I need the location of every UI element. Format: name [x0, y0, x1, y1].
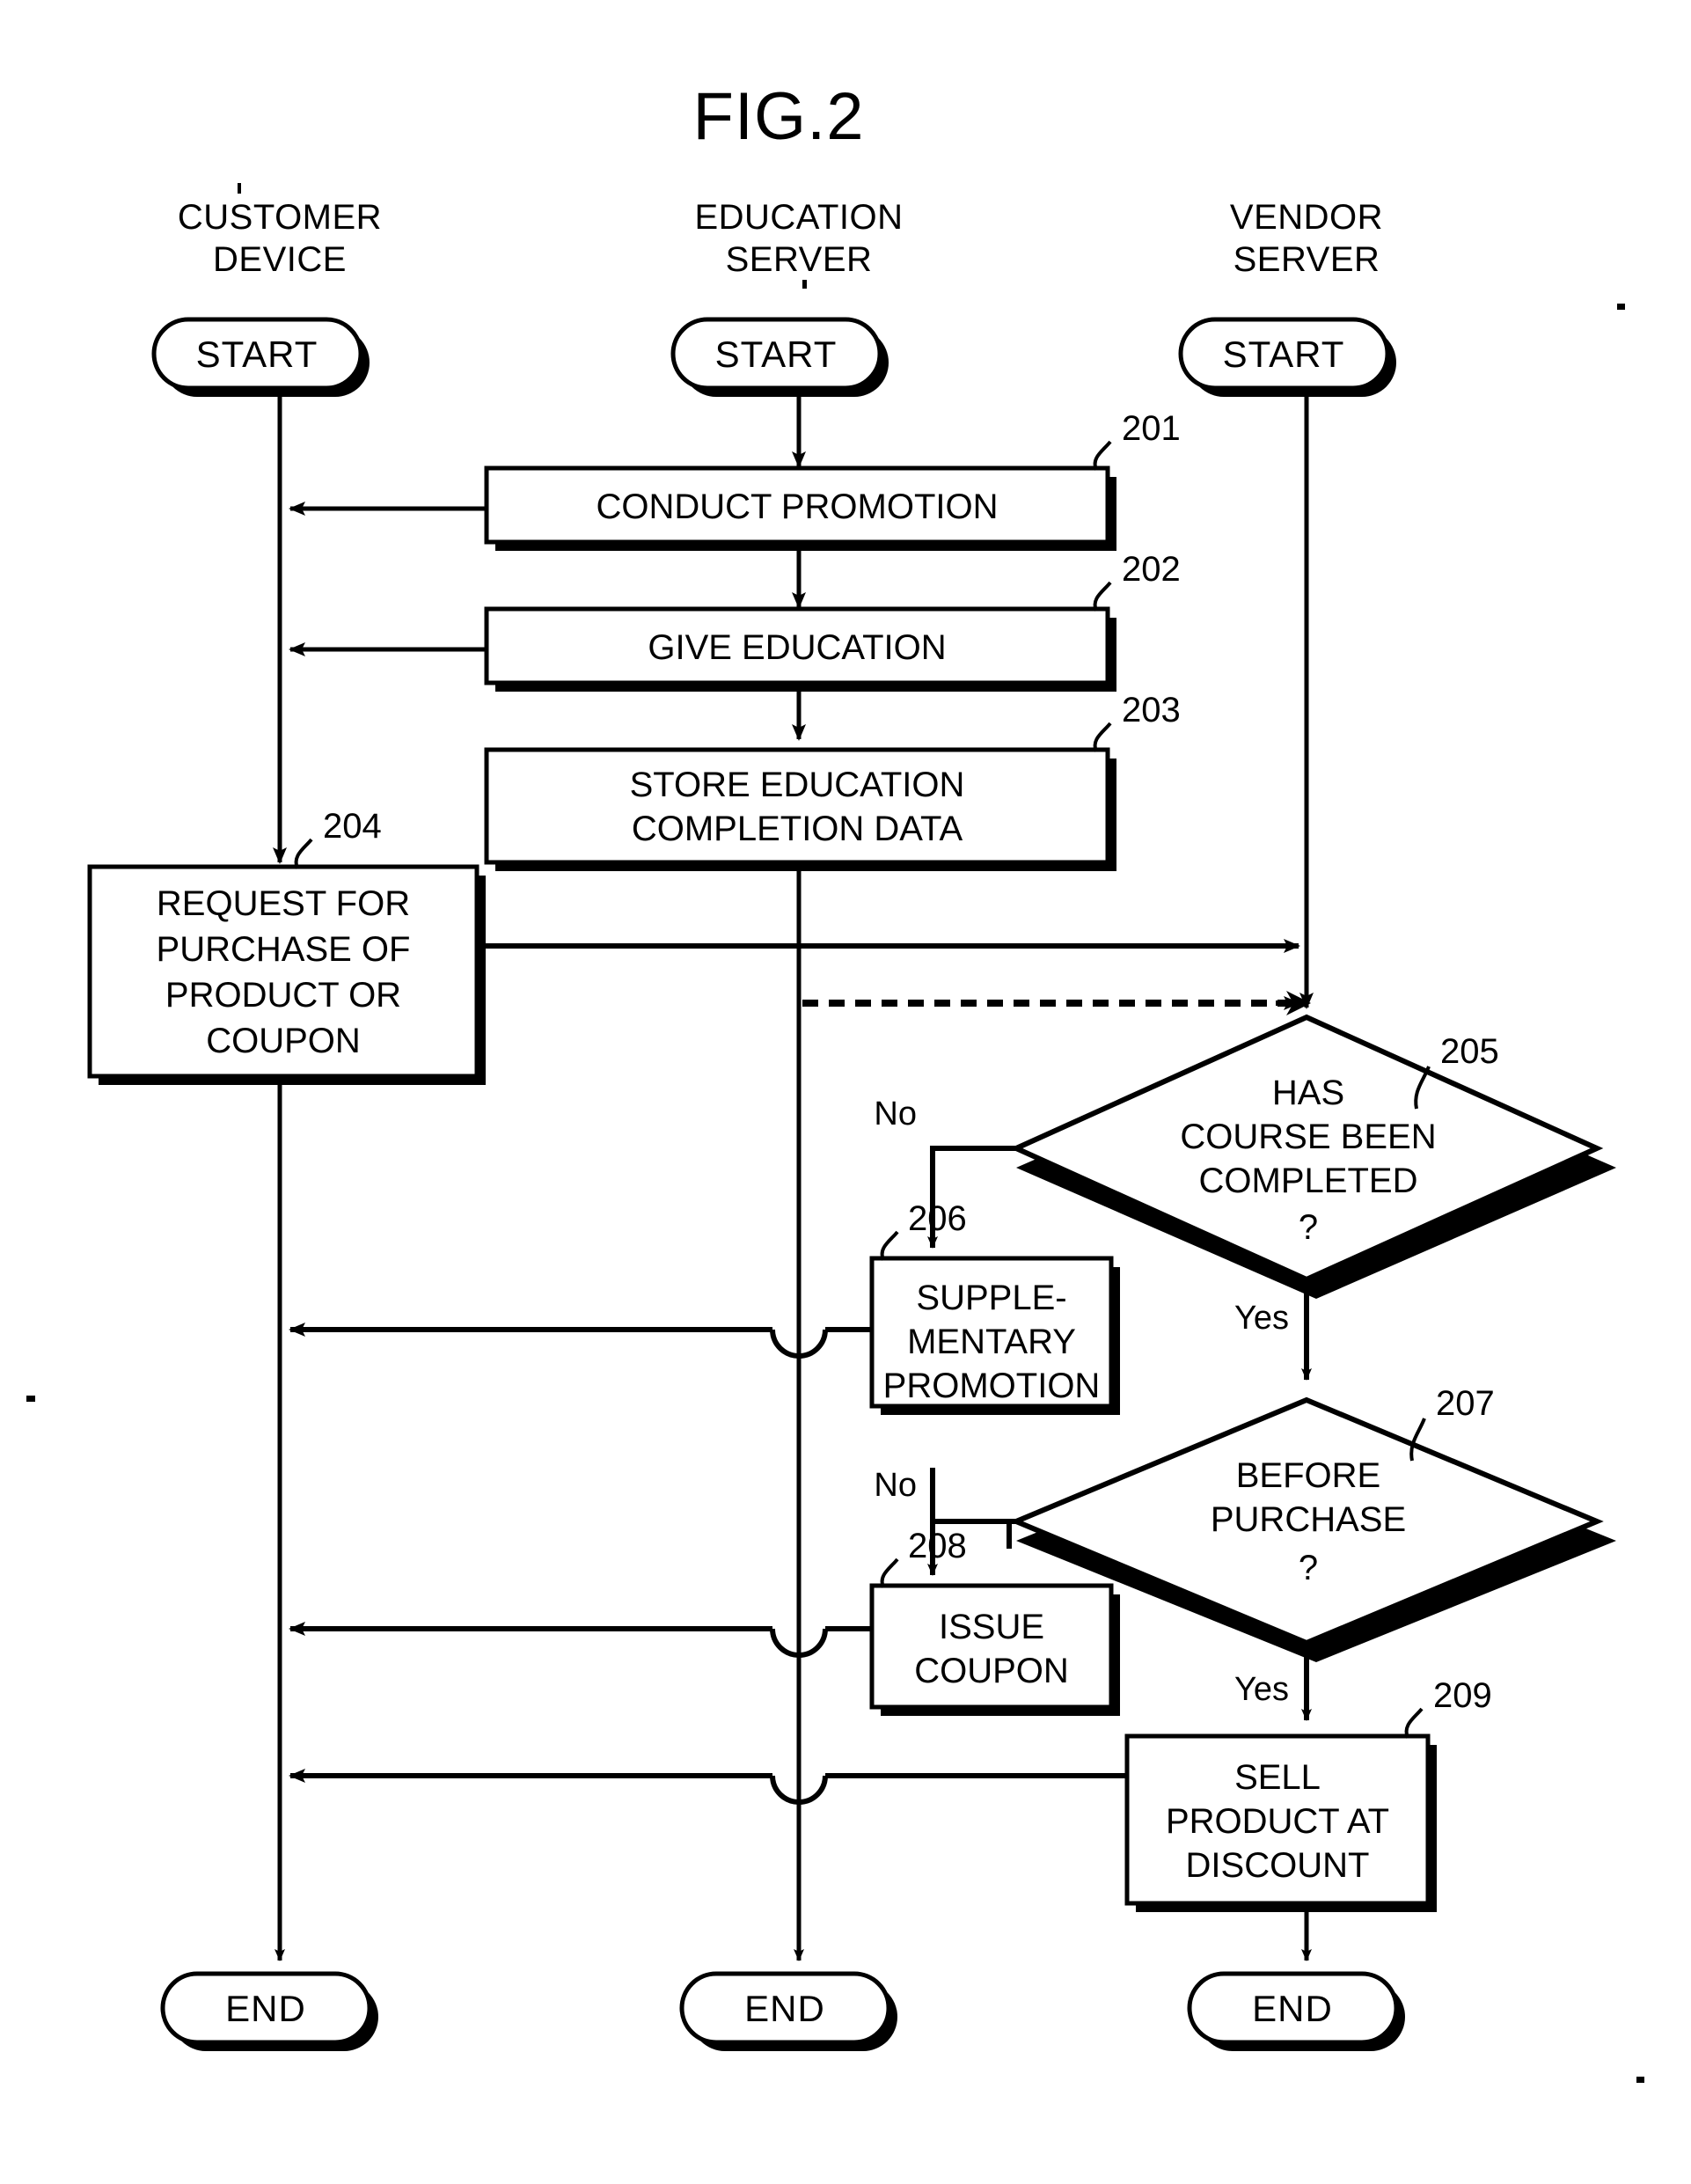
process-node-209-line2: PRODUCT AT	[1166, 1802, 1389, 1841]
end-terminator-vendor-label: END	[1252, 1988, 1333, 2029]
decision-node-205-line3: COMPLETED	[1199, 1162, 1418, 1200]
start-terminator-customer-label: START	[196, 333, 318, 375]
process-node-203-line2: COMPLETION DATA	[632, 810, 963, 848]
lane-header-vendor-line2: SERVER	[1233, 240, 1380, 279]
end-terminator-education: END	[679, 1971, 897, 2051]
process-node-201-line1: CONDUCT PROMOTION	[596, 487, 998, 526]
ref-numeral-207: 207	[1436, 1384, 1495, 1423]
end-terminator-customer-label: END	[225, 1988, 306, 2029]
process-node-206-line1: SUPPLE-	[916, 1279, 1066, 1317]
scan-speck	[1636, 2077, 1644, 2083]
decision-node-207-line3: ?	[1299, 1549, 1318, 1587]
lane-header-customer-line2: DEVICE	[213, 240, 347, 279]
ref-numeral-203: 203	[1122, 691, 1181, 729]
ref-numeral-202: 202	[1122, 550, 1181, 589]
start-terminator-vendor-label: START	[1223, 333, 1345, 375]
process-node-208-line1: ISSUE	[939, 1608, 1044, 1646]
scan-speck	[1617, 304, 1625, 310]
lane-header-education-line2: SERVER	[726, 240, 873, 279]
start-terminator-education: START	[670, 317, 889, 397]
decision-node-207-line2: PURCHASE	[1211, 1500, 1406, 1539]
process-node-202-line1: GIVE EDUCATION	[648, 628, 946, 667]
branch-label-205-no: No	[874, 1096, 917, 1132]
lane-header-education-line1: EDUCATION	[694, 198, 903, 237]
process-node-203: STORE EDUCATION COMPLETION DATA	[484, 747, 1116, 871]
lane-header-customer-line1: CUSTOMER	[178, 198, 382, 237]
process-node-206-line3: PROMOTION	[883, 1367, 1101, 1405]
start-terminator-education-label: START	[715, 333, 838, 375]
process-node-204-line1: REQUEST FOR	[157, 884, 410, 923]
process-node-206: SUPPLE- MENTARY PROMOTION	[869, 1256, 1120, 1415]
end-terminator-customer: END	[160, 1971, 378, 2051]
branch-label-205-yes: Yes	[1234, 1300, 1289, 1337]
start-terminator-customer: START	[151, 317, 370, 397]
ref-numeral-209: 209	[1433, 1676, 1492, 1715]
process-node-209: SELL PRODUCT AT DISCOUNT	[1124, 1733, 1437, 1912]
decision-node-205-line1: HAS	[1272, 1074, 1344, 1112]
process-node-201: CONDUCT PROMOTION	[484, 465, 1116, 551]
decision-node-207-line1: BEFORE	[1236, 1456, 1380, 1495]
process-node-208: ISSUE COUPON	[869, 1583, 1120, 1716]
lane-header-vendor-line1: VENDOR	[1230, 198, 1383, 237]
flowchart-figure: FIG.2 CUSTOMER DEVICE EDUCATION SERVER V…	[0, 0, 1691, 2184]
branch-label-207-yes: Yes	[1234, 1671, 1289, 1708]
decision-node-205-line2: COURSE BEEN	[1180, 1118, 1436, 1156]
end-terminator-education-label: END	[744, 1988, 825, 2029]
process-node-208-line2: COUPON	[914, 1652, 1069, 1690]
scan-speck	[802, 280, 807, 289]
process-node-206-line2: MENTARY	[907, 1323, 1076, 1361]
decision-node-205-line4: ?	[1299, 1208, 1318, 1247]
ref-numeral-208: 208	[908, 1527, 967, 1565]
scan-speck	[238, 183, 241, 194]
process-node-204-line4: COUPON	[206, 1022, 361, 1060]
branch-label-207-no: No	[874, 1467, 917, 1504]
process-node-209-line1: SELL	[1234, 1758, 1321, 1797]
process-node-204: REQUEST FOR PURCHASE OF PRODUCT OR COUPO…	[87, 864, 486, 1085]
scan-speck	[26, 1396, 35, 1402]
ref-numeral-201: 201	[1122, 409, 1181, 448]
start-terminator-vendor: START	[1178, 317, 1396, 397]
process-node-202: GIVE EDUCATION	[484, 606, 1116, 692]
process-node-204-line3: PRODUCT OR	[165, 976, 401, 1015]
process-node-209-line3: DISCOUNT	[1186, 1846, 1370, 1885]
figure-title: FIG.2	[692, 79, 864, 154]
process-node-204-line2: PURCHASE OF	[157, 930, 411, 969]
ref-numeral-204: 204	[323, 807, 382, 846]
process-node-203-line1: STORE EDUCATION	[630, 766, 965, 804]
end-terminator-vendor: END	[1187, 1971, 1405, 2051]
ref-numeral-206: 206	[908, 1199, 967, 1238]
ref-numeral-205: 205	[1440, 1032, 1499, 1071]
